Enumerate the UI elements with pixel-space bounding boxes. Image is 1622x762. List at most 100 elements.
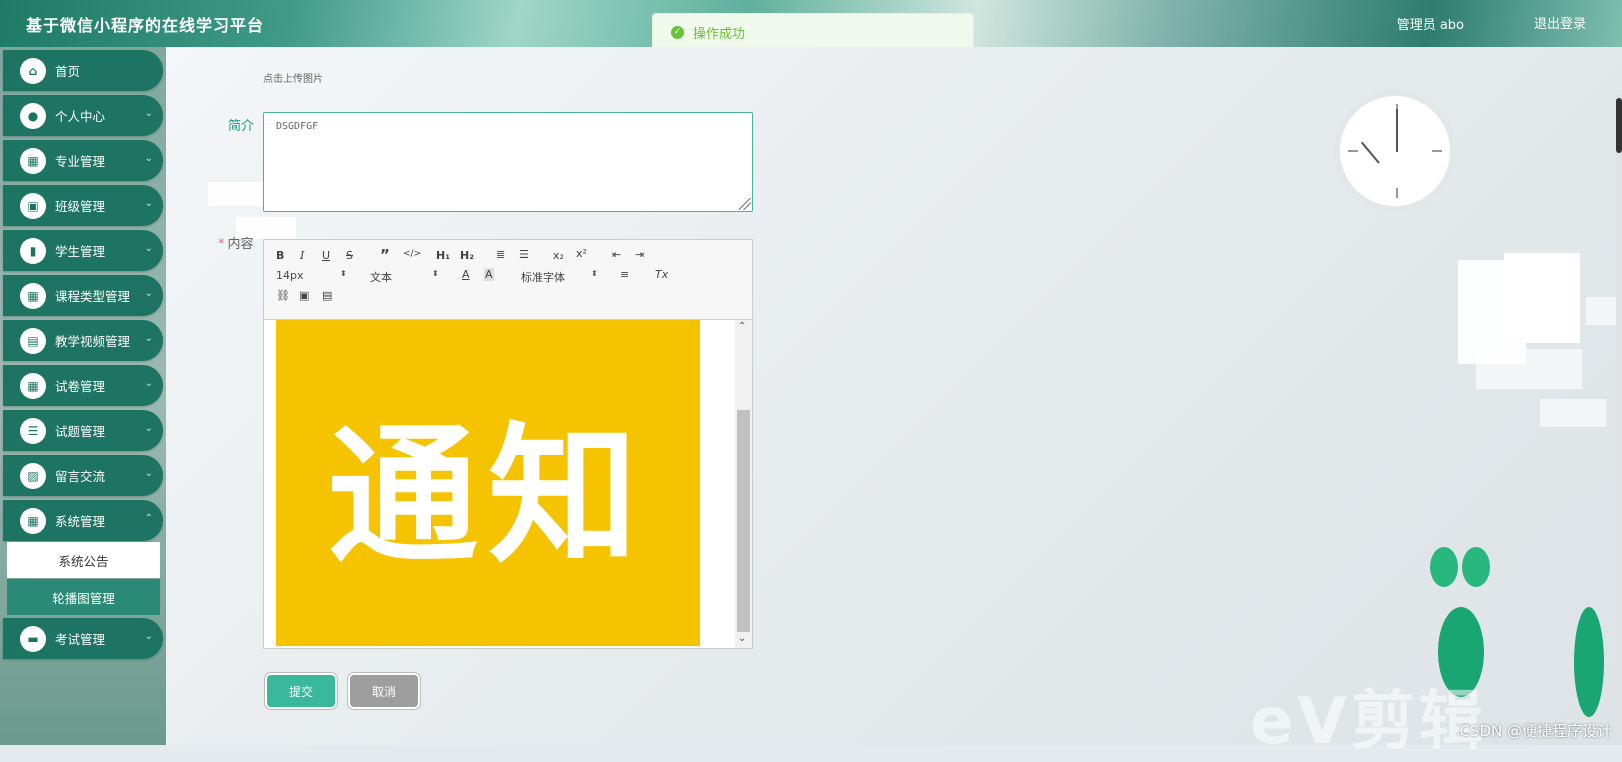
- video-icon[interactable]: ▤: [322, 289, 332, 302]
- sidebar-item-message[interactable]: ▨ 留言交流 ⌄: [3, 455, 163, 496]
- chart-icon: ▮: [20, 237, 46, 264]
- outdent-icon[interactable]: ⇤: [612, 248, 621, 261]
- sidebar-item-label: 考试管理: [55, 632, 106, 647]
- clipboard-icon: ▤: [20, 327, 46, 354]
- sidebar-item-home[interactable]: ⌂ 首页: [3, 50, 163, 91]
- sidebar-item-label: 留言交流: [55, 469, 106, 484]
- upload-hint[interactable]: 点击上传图片: [263, 70, 323, 85]
- page-scrollbar-thumb[interactable]: [1616, 98, 1622, 153]
- grid-icon: ▦: [20, 507, 46, 534]
- notice-image: 通知: [276, 320, 700, 646]
- italic-icon[interactable]: I: [300, 249, 304, 262]
- bold-icon[interactable]: B: [276, 249, 284, 262]
- sidebar-item-class[interactable]: ▣ 班级管理 ⌄: [3, 185, 163, 226]
- image-icon[interactable]: ▣: [299, 289, 309, 302]
- ev-watermark: eV剪辑: [1250, 685, 1487, 759]
- chevron-down-icon: ⌄: [144, 333, 153, 344]
- sidebar-item-label: 班级管理: [55, 199, 106, 214]
- rich-text-editor[interactable]: B I U S ” </> H₁ H₂ ≣ ☰ x₂ x² ⇤ ⇥ 14px ⬍…: [263, 239, 753, 649]
- content-label-text: 内容: [227, 237, 254, 252]
- sidebar-item-label: 专业管理: [55, 154, 106, 169]
- plant-decoration: [1462, 547, 1490, 587]
- decor-block: [1540, 399, 1606, 427]
- scroll-down-icon[interactable]: ⌄: [738, 633, 746, 644]
- sidebar-item-course-type[interactable]: ▦ 课程类型管理 ⌄: [3, 275, 163, 316]
- submit-button[interactable]: 提交: [267, 675, 335, 707]
- sidebar-item-label: 教学视频管理: [55, 334, 131, 349]
- font-family-select[interactable]: 标准字体 ⬍: [521, 269, 611, 285]
- background-color-icon[interactable]: A: [484, 268, 494, 281]
- underline-icon[interactable]: U: [322, 249, 330, 262]
- sidebar-item-label: 个人中心: [55, 109, 106, 124]
- cancel-button[interactable]: 取消: [350, 675, 418, 707]
- chevron-down-icon: ⌄: [144, 468, 153, 479]
- sidebar-item-paper[interactable]: ▦ 试卷管理 ⌄: [3, 365, 163, 406]
- editor-toolbar: B I U S ” </> H₁ H₂ ≣ ☰ x₂ x² ⇤ ⇥ 14px ⬍…: [264, 240, 752, 320]
- chevron-up-icon: ⌃: [144, 513, 153, 524]
- sidebar-item-question[interactable]: ☰ 试题管理 ⌄: [3, 410, 163, 451]
- select-arrow-icon: ⬍: [591, 269, 598, 278]
- blockquote-icon[interactable]: ”: [380, 246, 390, 264]
- editor-content[interactable]: 通知 ⌃ ⌄: [264, 320, 752, 648]
- sidebar-item-major[interactable]: ▦ 专业管理 ⌄: [3, 140, 163, 181]
- sidebar-item-student[interactable]: ▮ 学生管理 ⌄: [3, 230, 163, 271]
- block-format-value: 文本: [370, 271, 392, 284]
- main-content: 点击上传图片 简介 DSGDFGF * 内容 B I U S ” </> H₁ H…: [166, 47, 1622, 745]
- link-icon[interactable]: ⛓: [276, 289, 290, 302]
- sidebar-item-label: 学生管理: [55, 244, 106, 259]
- font-color-icon[interactable]: A: [462, 268, 470, 281]
- chevron-down-icon: ⌄: [144, 108, 153, 119]
- page-scrollbar[interactable]: [1616, 94, 1622, 745]
- app-title: 基于微信小程序的在线学习平台: [26, 16, 265, 35]
- superscript-icon[interactable]: x²: [576, 247, 587, 260]
- subscript-icon[interactable]: x₂: [553, 249, 564, 262]
- select-arrow-icon: ⬍: [432, 269, 439, 278]
- check-circle-icon: ✓: [671, 25, 684, 39]
- decor-block: [1476, 349, 1582, 389]
- intro-textarea[interactable]: DSGDFGF: [263, 112, 753, 212]
- chevron-down-icon: ⌄: [144, 631, 153, 642]
- chevron-down-icon: ⌄: [144, 198, 153, 209]
- user-icon: ●: [20, 102, 46, 129]
- strike-icon[interactable]: S: [346, 249, 353, 262]
- sidebar-item-label: 课程类型管理: [55, 289, 131, 304]
- submenu-item-carousel[interactable]: 轮播图管理: [7, 579, 160, 615]
- grid-icon: ▦: [20, 282, 46, 309]
- monitor-icon: ▬: [20, 625, 46, 652]
- admin-name: 管理员 abo: [1396, 18, 1464, 33]
- sidebar-item-exam[interactable]: ▬ 考试管理 ⌄: [3, 618, 163, 659]
- logout-link[interactable]: 退出登录: [1534, 13, 1586, 32]
- chevron-down-icon: ⌄: [144, 423, 153, 434]
- sidebar-item-profile[interactable]: ● 个人中心 ⌄: [3, 95, 163, 136]
- clock-decoration: [1334, 90, 1456, 212]
- briefcase-icon: ▣: [20, 192, 46, 219]
- home-icon: ⌂: [20, 57, 46, 84]
- code-icon[interactable]: </>: [403, 249, 421, 259]
- editor-scrollbar[interactable]: ⌃ ⌄: [735, 320, 752, 648]
- chevron-down-icon: ⌄: [144, 153, 153, 164]
- align-left-icon[interactable]: ≡: [620, 268, 629, 281]
- h1-icon[interactable]: H₁: [436, 249, 450, 262]
- h2-icon[interactable]: H₂: [460, 249, 474, 262]
- resize-grip-icon[interactable]: [739, 198, 751, 210]
- sidebar-item-video[interactable]: ▤ 教学视频管理 ⌄: [3, 320, 163, 361]
- sidebar-item-label: 试题管理: [55, 424, 106, 439]
- font-size-select[interactable]: 14px ⬍: [276, 269, 356, 282]
- grid-icon: ▦: [20, 147, 46, 174]
- scrollbar-thumb[interactable]: [737, 410, 750, 632]
- block-format-select[interactable]: 文本 ⬍: [370, 269, 450, 285]
- font-size-value: 14px: [276, 269, 304, 282]
- bullet-list-icon[interactable]: ☰: [519, 248, 529, 261]
- clear-format-icon[interactable]: Tx: [655, 268, 668, 281]
- submenu-item-announcement[interactable]: 系统公告: [7, 542, 160, 578]
- sidebar-item-system[interactable]: ▦ 系统管理 ⌃: [3, 500, 163, 541]
- chevron-down-icon: ⌄: [144, 243, 153, 254]
- decor-block: [1504, 253, 1580, 343]
- font-family-value: 标准字体: [521, 271, 565, 284]
- ordered-list-icon[interactable]: ≣: [496, 248, 505, 261]
- indent-icon[interactable]: ⇥: [635, 248, 644, 261]
- scroll-up-icon[interactable]: ⌃: [738, 321, 746, 332]
- required-mark: *: [218, 237, 225, 252]
- sidebar-item-label: 试卷管理: [55, 379, 106, 394]
- grid-icon: ▦: [20, 372, 46, 399]
